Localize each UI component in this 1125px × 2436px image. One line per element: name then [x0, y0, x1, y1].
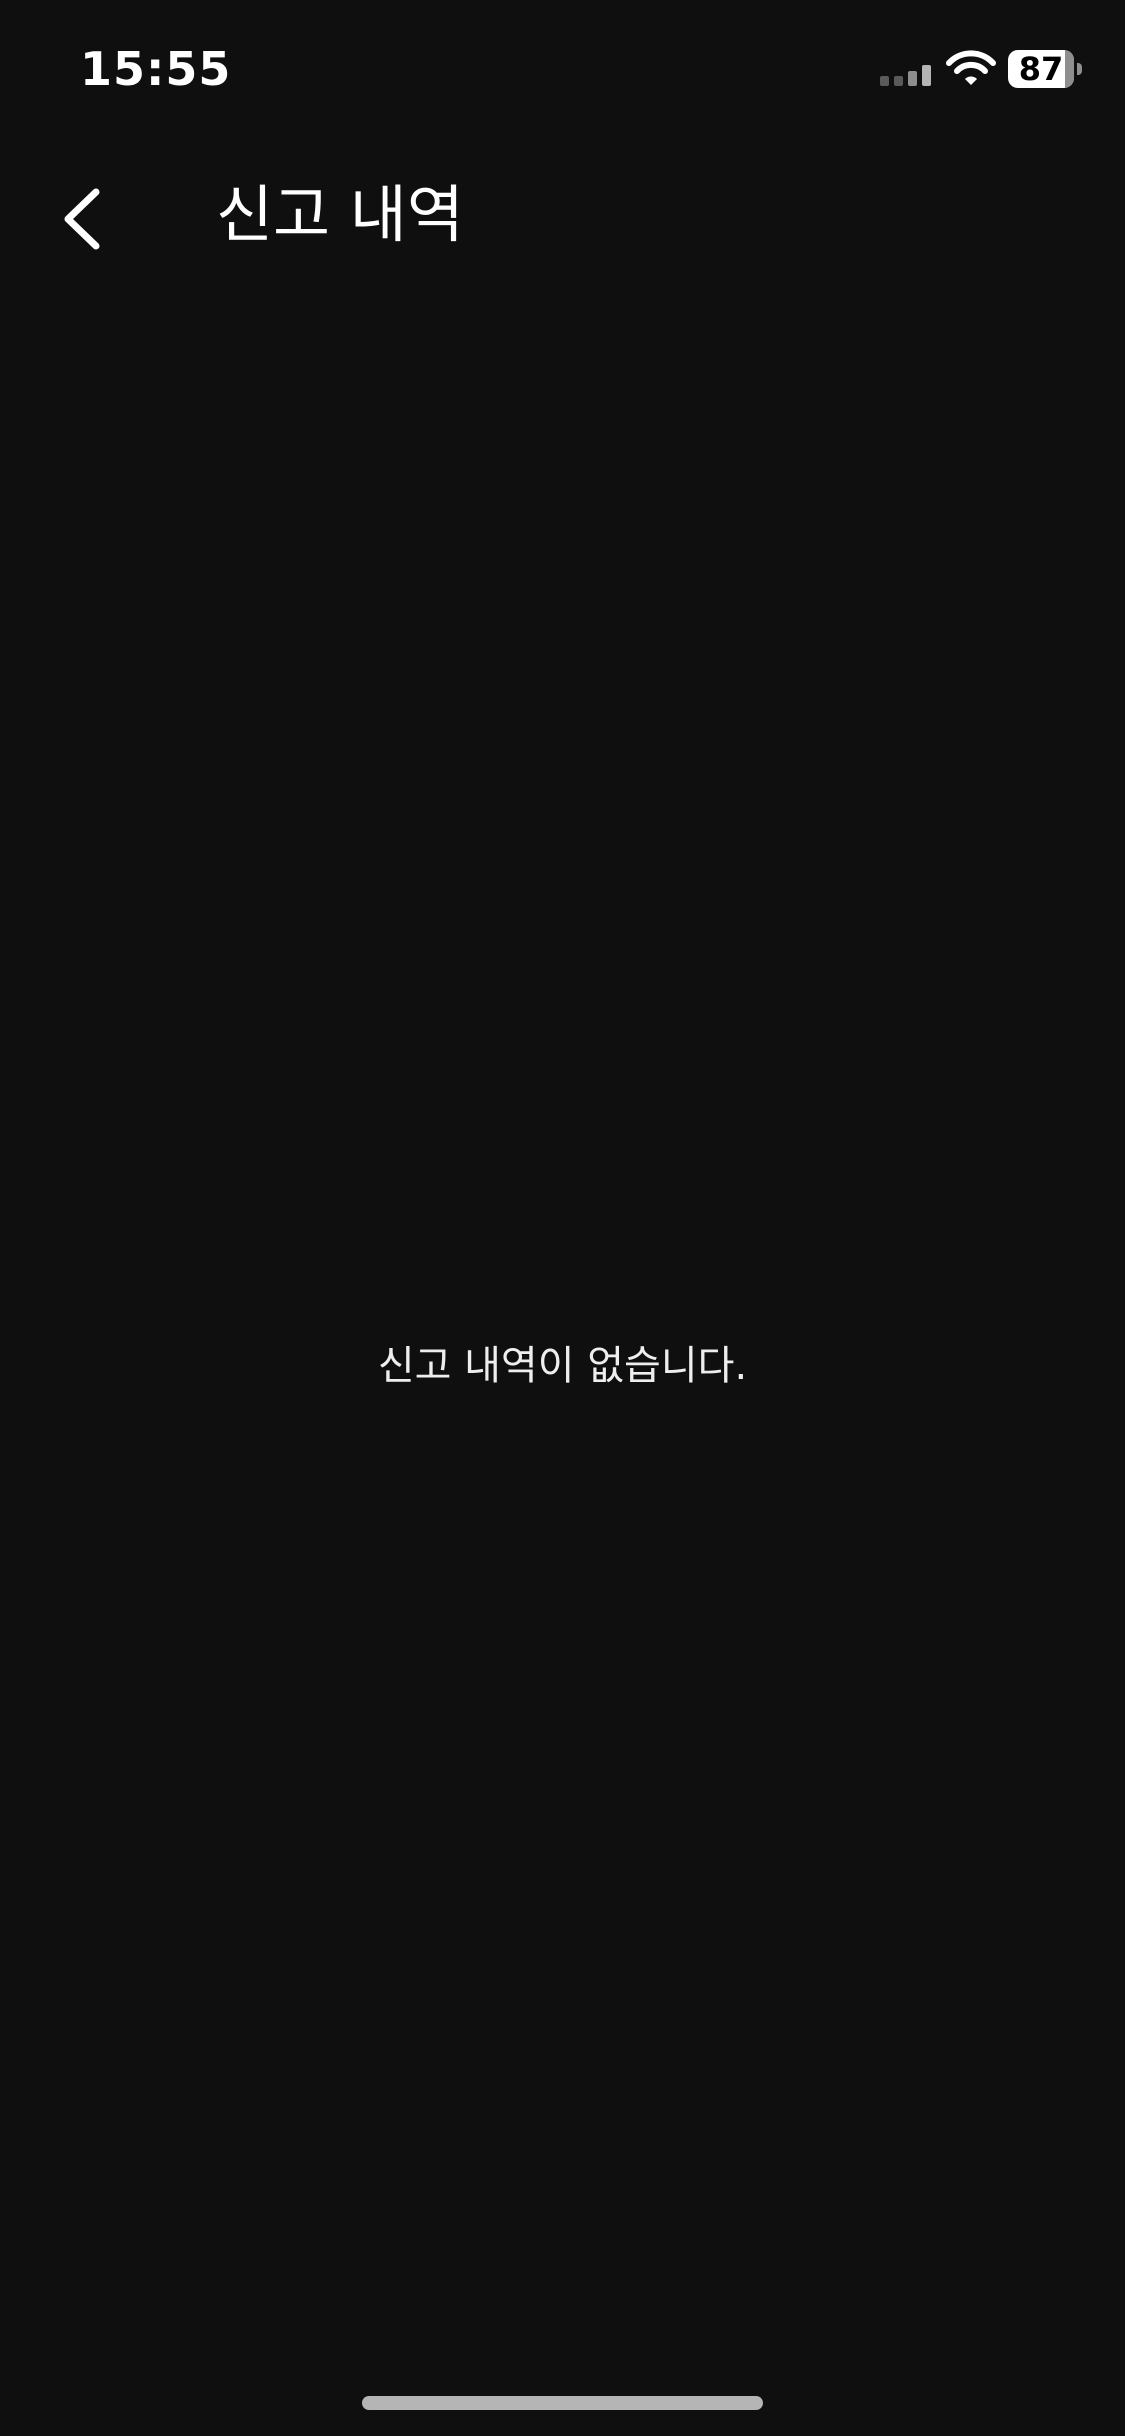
back-button[interactable] — [40, 180, 130, 256]
empty-state-message: 신고 내역이 없습니다. — [377, 1343, 748, 1389]
signal-bars-icon — [880, 65, 931, 86]
status-time: 15:55 — [80, 42, 232, 96]
battery-cap — [1077, 63, 1082, 75]
battery-body: 87 — [1008, 50, 1074, 88]
home-indicator[interactable] — [362, 2396, 763, 2410]
page-title: 신고 내역 — [216, 178, 464, 251]
status-bar: 15:55 87 — [0, 0, 1125, 140]
chevron-left-icon — [64, 188, 100, 250]
battery-indicator: 87 — [1008, 50, 1082, 88]
battery-level-text: 87 — [1018, 50, 1064, 88]
navigation-bar: 신고 내역 — [0, 150, 1125, 280]
wifi-icon — [946, 50, 996, 85]
